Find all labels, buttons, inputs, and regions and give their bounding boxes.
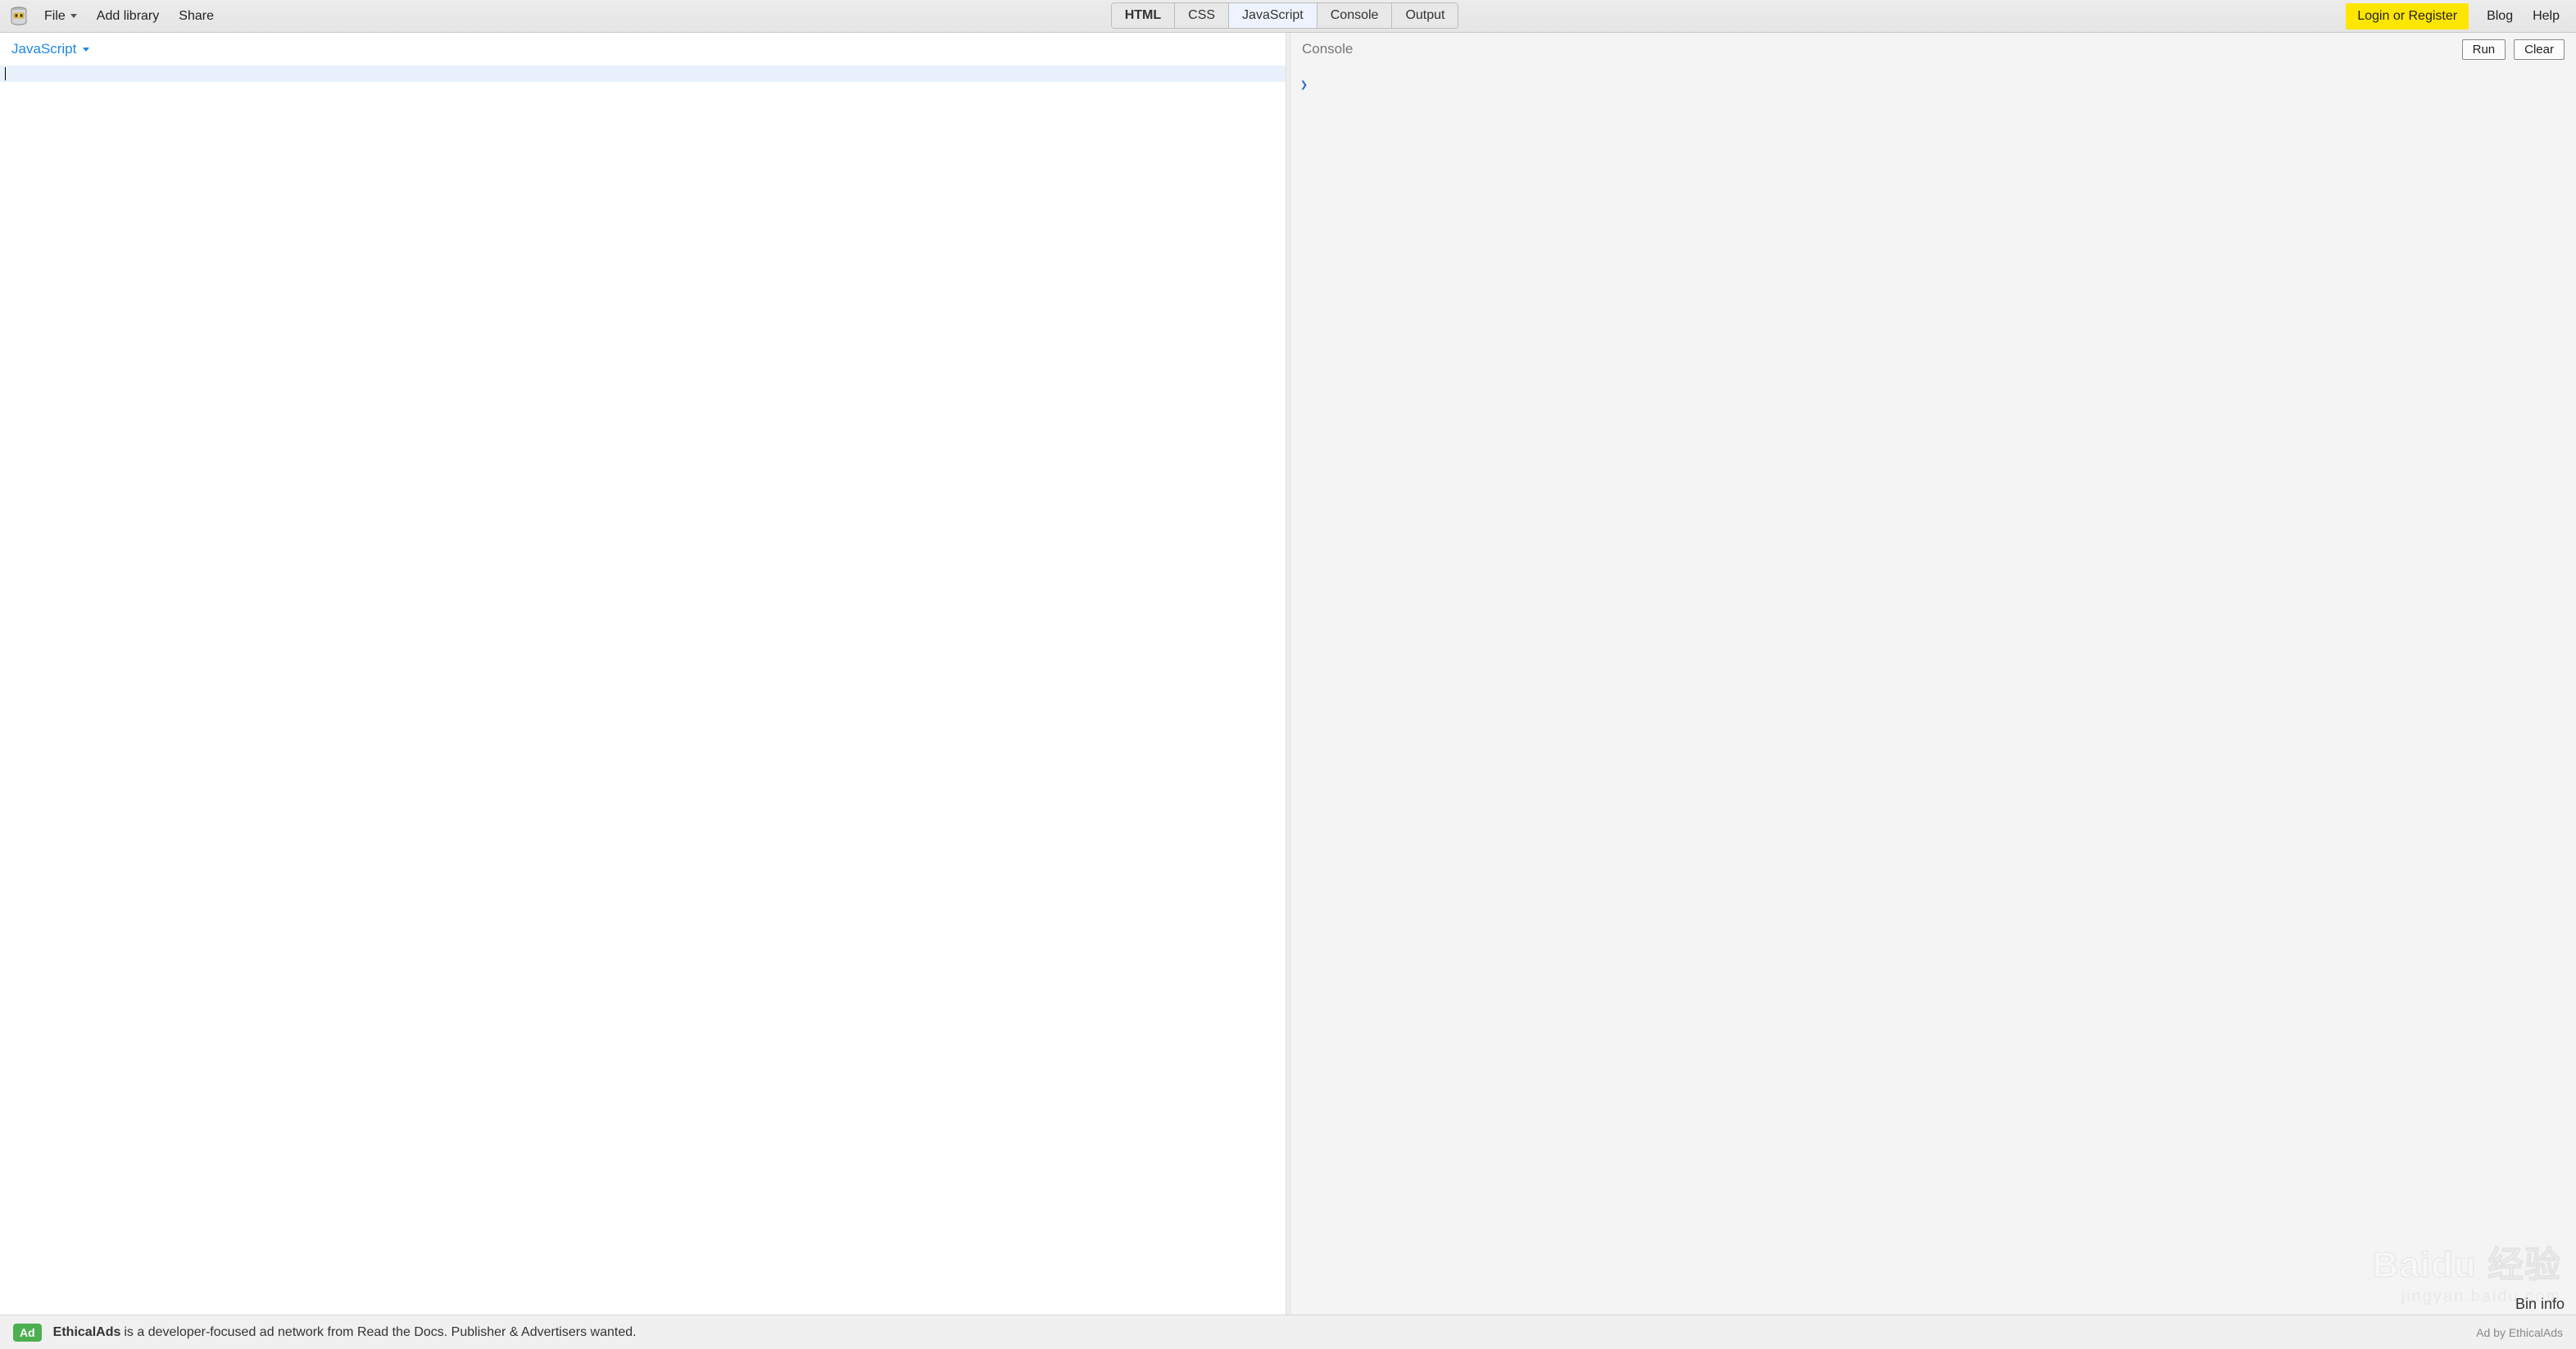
editor-pane-header: JavaScript bbox=[0, 33, 1286, 66]
console-buttons: Run Clear bbox=[2462, 39, 2565, 60]
add-library-label: Add library bbox=[97, 9, 159, 24]
run-button-label: Run bbox=[2473, 43, 2496, 57]
bin-info-link[interactable]: Bin info bbox=[2515, 1296, 2565, 1313]
clear-button-label: Clear bbox=[2524, 43, 2554, 57]
file-menu[interactable]: File bbox=[34, 9, 87, 24]
tab-html[interactable]: HTML bbox=[1112, 3, 1175, 28]
tab-output[interactable]: Output bbox=[1392, 3, 1458, 28]
console-prompt-icon: ❯ bbox=[1300, 77, 1308, 92]
bin-info-label: Bin info bbox=[2515, 1296, 2565, 1312]
editor-pane: JavaScript bbox=[0, 33, 1286, 1315]
tab-html-label: HTML bbox=[1125, 8, 1161, 23]
footer-ad-bar: Ad EthicalAds is a developer-focused ad … bbox=[0, 1315, 2576, 1349]
clear-button[interactable]: Clear bbox=[2514, 39, 2565, 60]
ad-text[interactable]: is a developer-focused ad network from R… bbox=[124, 1325, 636, 1340]
share-label: Share bbox=[179, 9, 214, 24]
ad-badge: Ad bbox=[13, 1324, 42, 1342]
ad-brand[interactable]: EthicalAds bbox=[53, 1325, 121, 1340]
tab-javascript-label: JavaScript bbox=[1242, 8, 1304, 23]
jsbin-logo-icon[interactable] bbox=[10, 6, 28, 27]
work-area: JavaScript Console Run Clear ❯ Bin in bbox=[0, 33, 2576, 1315]
editor-language-dropdown[interactable]: JavaScript bbox=[11, 41, 89, 57]
tab-css[interactable]: CSS bbox=[1175, 3, 1229, 28]
code-editor[interactable] bbox=[0, 66, 1286, 1315]
file-menu-label: File bbox=[44, 9, 66, 24]
editor-cursor bbox=[5, 67, 6, 80]
tab-javascript[interactable]: JavaScript bbox=[1229, 3, 1317, 28]
top-toolbar: File Add library Share HTML CSS JavaScri… bbox=[0, 0, 2576, 33]
pane-tabs: HTML CSS JavaScript Console Output bbox=[1111, 2, 1459, 29]
ad-attribution[interactable]: Ad by EthicalAds bbox=[2476, 1326, 2563, 1339]
toolbar-left-group: File Add library Share bbox=[7, 6, 224, 27]
help-label: Help bbox=[2533, 9, 2560, 24]
console-pane-header: Console Run Clear bbox=[1290, 33, 2576, 66]
console-pane: Console Run Clear ❯ Bin info Baidu 经验 ji… bbox=[1290, 33, 2576, 1315]
console-body[interactable]: ❯ bbox=[1290, 66, 2576, 1315]
tab-output-label: Output bbox=[1405, 8, 1444, 23]
editor-current-line-highlight bbox=[0, 66, 1286, 82]
login-register-button[interactable]: Login or Register bbox=[2346, 3, 2469, 30]
add-library-menu[interactable]: Add library bbox=[87, 9, 169, 24]
help-link[interactable]: Help bbox=[2523, 9, 2569, 24]
blog-label: Blog bbox=[2487, 9, 2513, 24]
editor-language-label: JavaScript bbox=[11, 41, 76, 57]
pane-tab-group: HTML CSS JavaScript Console Output bbox=[1111, 0, 1459, 32]
tab-console[interactable]: Console bbox=[1317, 3, 1393, 28]
run-button[interactable]: Run bbox=[2462, 39, 2506, 60]
toolbar-right-group: Login or Register Blog Help bbox=[2346, 3, 2569, 30]
blog-link[interactable]: Blog bbox=[2477, 9, 2523, 24]
login-register-label: Login or Register bbox=[2357, 9, 2457, 24]
console-title: Console bbox=[1302, 41, 1353, 57]
tab-css-label: CSS bbox=[1188, 8, 1215, 23]
share-menu[interactable]: Share bbox=[169, 9, 224, 24]
tab-console-label: Console bbox=[1331, 8, 1379, 23]
